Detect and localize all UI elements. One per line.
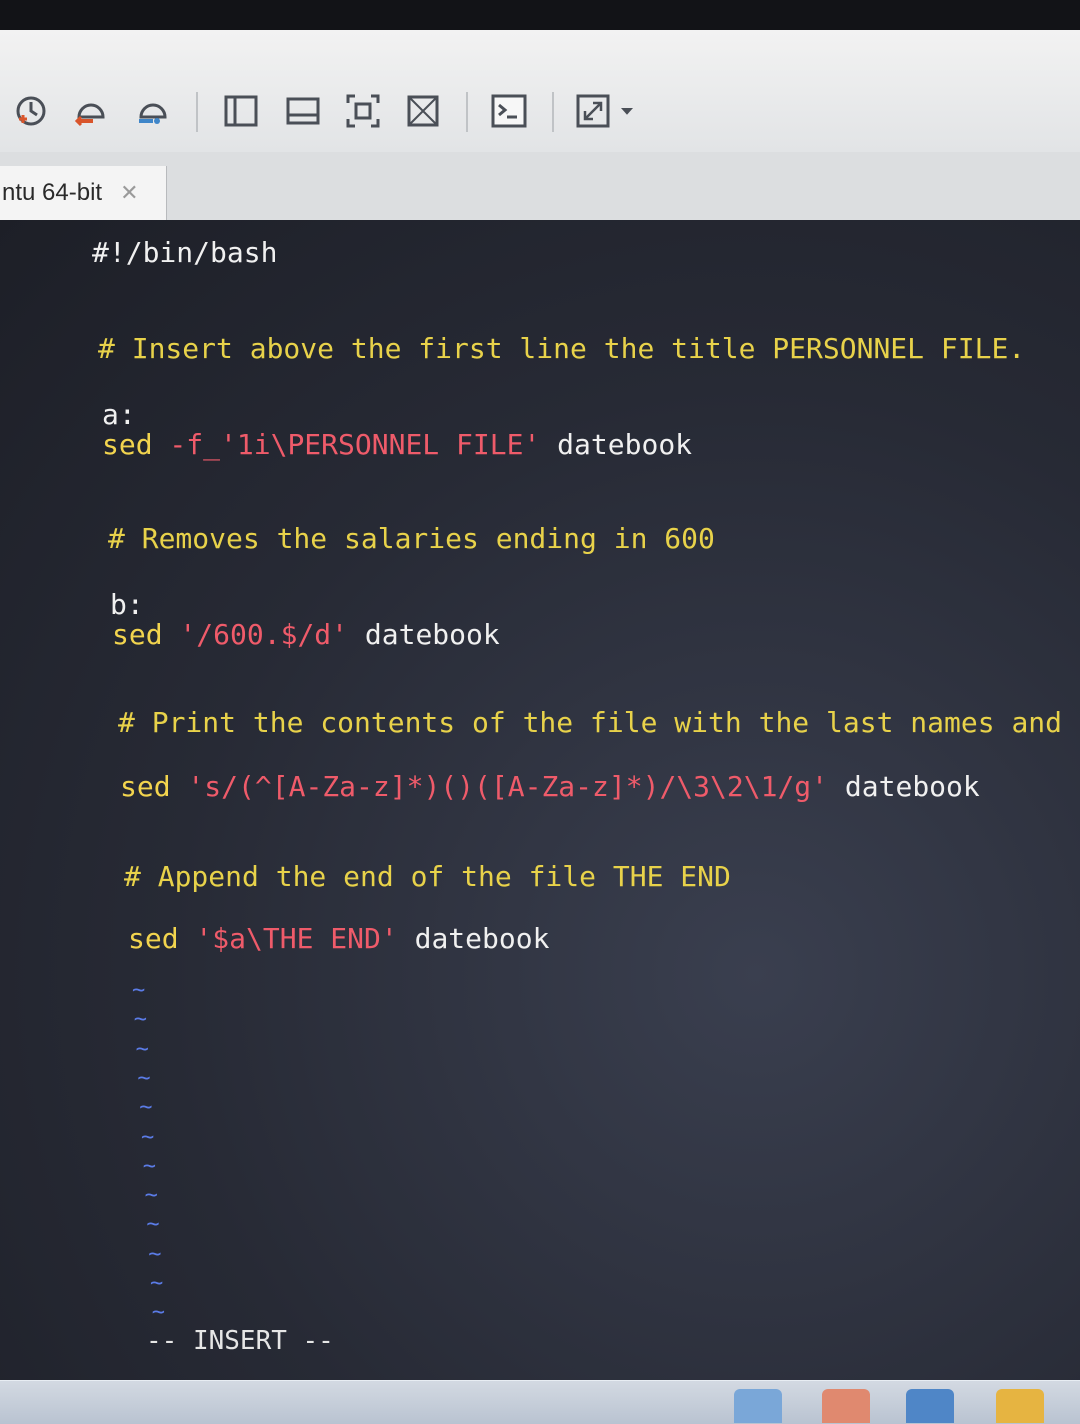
dropdown-arrow-icon[interactable] [612, 88, 642, 134]
stretch-guest-icon[interactable] [570, 88, 616, 134]
toolbar-separator [196, 92, 198, 132]
code-token: # Append the end of the file THE END [124, 860, 731, 893]
full-screen-icon[interactable] [340, 88, 386, 134]
empty-line-tilde: ~ [146, 1212, 160, 1238]
taskbar-app-icon[interactable] [996, 1389, 1044, 1423]
taskbar-app-icon[interactable] [822, 1389, 870, 1423]
empty-line-tilde: ~ [148, 1241, 162, 1267]
empty-line-tilde: ~ [144, 1183, 158, 1209]
code-line: # Append the end of the file THE END [124, 860, 731, 893]
code-line: # Print the contents of the file with th… [118, 706, 1080, 739]
tab-label: ntu 64-bit [2, 179, 103, 206]
restore-snapshot-icon[interactable] [68, 88, 114, 134]
take-snapshot-icon[interactable] [8, 88, 54, 134]
empty-line-tilde: ~ [150, 1271, 164, 1296]
code-token: a: [102, 398, 136, 431]
code-token: datebook [397, 922, 550, 955]
taskbar-app-icon[interactable] [906, 1389, 954, 1423]
code-token: datebook [828, 770, 980, 803]
code-token: sed [128, 922, 179, 955]
empty-line-tilde: ~ [135, 1036, 149, 1062]
code-line: sed -f_'1i\PERSONNEL FILE' datebook [102, 428, 692, 461]
code-token: '/600.$/d' [162, 618, 349, 651]
code-line: #!/bin/bash [92, 236, 277, 269]
code-token: #!/bin/bash [92, 236, 278, 269]
taskbar-app-icon[interactable] [734, 1389, 782, 1423]
code-line: b: [110, 588, 144, 621]
code-line: sed 's/(^[A-Za-z]*)()([A-Za-z]*)/\3\2\1/… [120, 770, 980, 803]
code-token: -f_ [152, 428, 221, 461]
snapshot-manager-icon[interactable] [130, 88, 176, 134]
tab-close-icon[interactable]: ✕ [120, 181, 138, 206]
toolbar-separator [466, 92, 468, 132]
code-token: # Print the contents of the file with th… [118, 706, 1080, 739]
empty-line-tilde: ~ [151, 1300, 166, 1326]
console-view-icon[interactable] [486, 88, 532, 134]
vim-terminal[interactable]: #!/bin/bash # Insert above the first lin… [0, 220, 1080, 1380]
code-token: sed [112, 618, 163, 651]
code-token: # Removes the salaries ending in 600 [108, 522, 715, 555]
code-line: # Insert above the first line the title … [98, 332, 1025, 365]
empty-line-tilde: ~ [141, 1124, 155, 1150]
code-line: sed '$a\THE END' datebook [128, 922, 549, 955]
code-token: '$a\THE END' [178, 922, 398, 955]
windows-taskbar [0, 1380, 1080, 1424]
empty-line-tilde: ~ [137, 1065, 151, 1091]
vim-mode-indicator: -- INSERT -- [146, 1326, 334, 1356]
empty-line-tilde: ~ [139, 1095, 153, 1121]
code-token: datebook [348, 618, 500, 651]
code-token: sed [120, 770, 171, 803]
code-token: datebook [540, 428, 693, 461]
toolbar-separator [552, 92, 554, 132]
code-token: '1i\PERSONNEL FILE' [220, 428, 541, 461]
code-line: # Removes the salaries ending in 600 [108, 522, 715, 555]
vm-tab-ubuntu[interactable]: ntu 64-bit ✕ [0, 166, 167, 220]
show-thumbnail-bar-icon[interactable] [280, 88, 326, 134]
vm-tab-bar: ntu 64-bit ✕ [0, 152, 1080, 220]
empty-line-tilde: ~ [142, 1153, 157, 1179]
vm-toolbar [0, 30, 1080, 153]
empty-line-tilde: ~ [133, 1007, 148, 1033]
code-token: # Insert above the first line the title … [98, 332, 1026, 365]
code-line: a: [102, 398, 136, 431]
monitor-bezel [0, 0, 1080, 30]
unity-view-icon[interactable] [400, 88, 446, 134]
code-token: sed [102, 428, 153, 461]
show-library-icon[interactable] [218, 88, 264, 134]
code-line: sed '/600.$/d' datebook [112, 618, 500, 651]
empty-line-tilde: ~ [132, 978, 146, 1003]
code-token: 's/(^[A-Za-z]*)()([A-Za-z]*)/\3\2\1/g' [170, 770, 829, 803]
code-token: b: [110, 588, 144, 621]
